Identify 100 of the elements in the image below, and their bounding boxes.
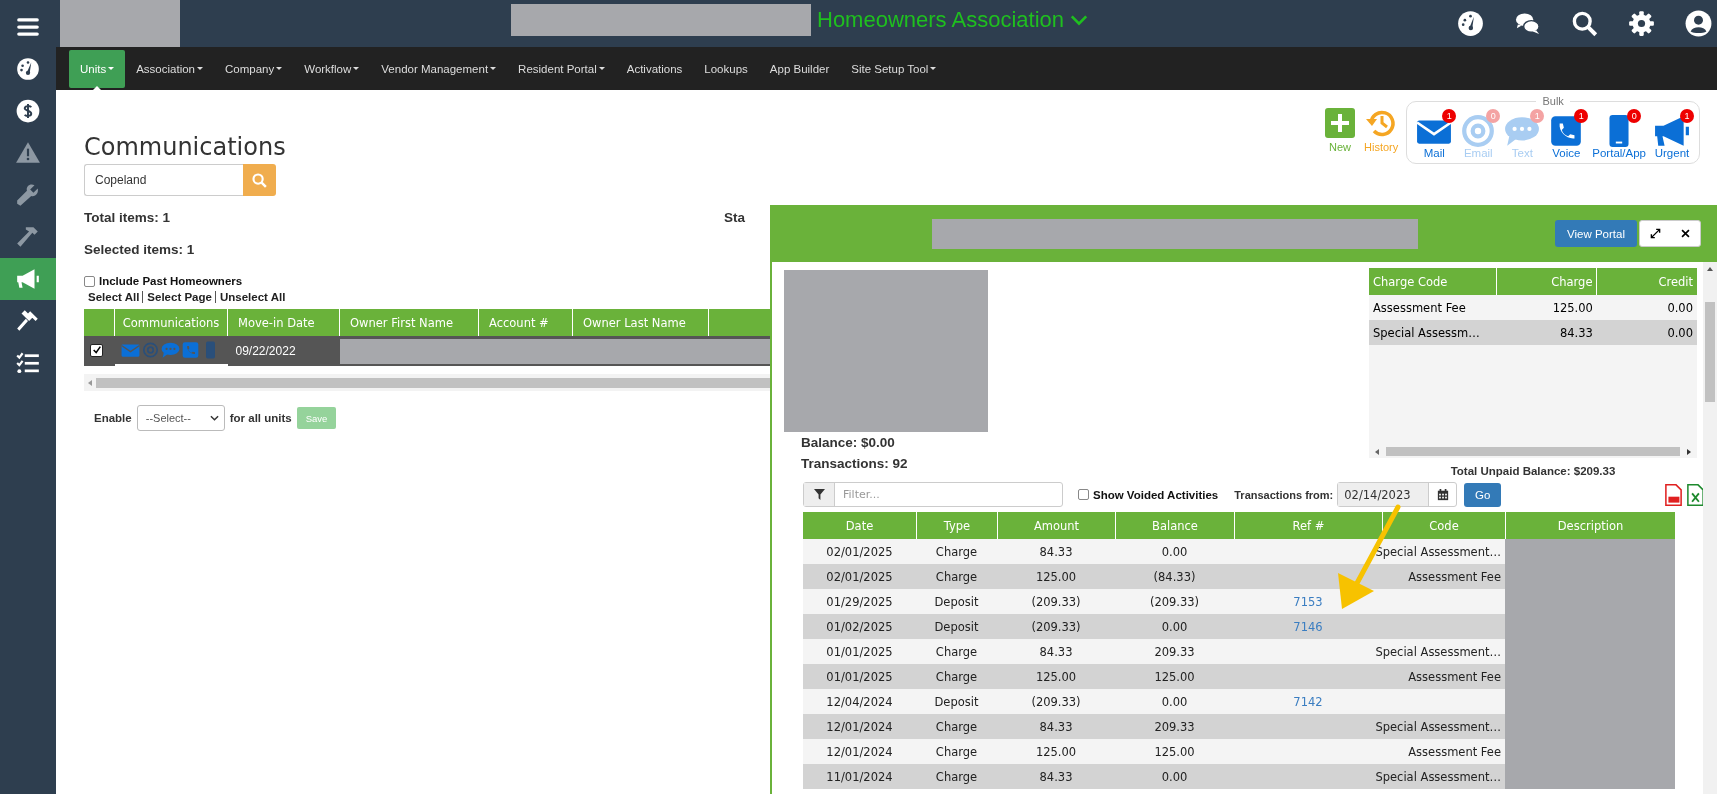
association-title[interactable]: Homeowners Association: [817, 7, 1064, 33]
calendar-icon[interactable]: [1436, 488, 1449, 501]
go-button[interactable]: Go: [1464, 482, 1502, 507]
table-cell-text: 02/01/2025: [825, 543, 894, 561]
expand-icon[interactable]: [1649, 228, 1661, 239]
select-dropdown[interactable]: --Select--: [136, 405, 225, 431]
bulk-button[interactable]: 1 Urgent: [1651, 109, 1693, 159]
history-button[interactable]: History: [1362, 105, 1401, 155]
table-cell-text: 01/29/2025: [825, 593, 894, 611]
scroll-right-icon[interactable]: [1686, 448, 1692, 455]
plus-icon: [1324, 107, 1357, 139]
select-link[interactable]: Select All: [88, 291, 140, 303]
transactions-count: Transactions: 92: [801, 455, 909, 473]
bulk-button[interactable]: 0 Portal/App: [1589, 109, 1649, 159]
table-cell-text: (209.33): [1148, 593, 1201, 611]
new-button[interactable]: New: [1322, 105, 1359, 155]
column-header[interactable]: Charge: [1495, 268, 1597, 295]
checkbox[interactable]: [1078, 489, 1089, 500]
table-cell-text: 02/01/2025: [825, 568, 894, 586]
bulk-button[interactable]: 1 Text: [1501, 109, 1544, 159]
spreadsheet-file-icon[interactable]: [1687, 483, 1704, 506]
reference-link[interactable]: 7142: [1293, 694, 1323, 709]
gauge-icon: [15, 56, 41, 82]
checkbox-label: Include Past Homeowners: [99, 275, 243, 287]
total-unpaid-label: Total Unpaid Balance: $209.33: [1449, 465, 1617, 477]
column-header[interactable]: Date: [803, 512, 916, 539]
table-cell-text: 125.00: [1153, 668, 1196, 686]
nav-tab[interactable]: Activations: [615, 49, 694, 88]
nav-tab[interactable]: Association: [125, 49, 214, 88]
bulk-button[interactable]: 0 Email: [1457, 109, 1500, 159]
filter-field[interactable]: Filter...: [803, 482, 1063, 507]
nav-tab[interactable]: App Builder: [758, 49, 841, 88]
nav-tab[interactable]: Lookups: [693, 49, 759, 88]
chat-icon[interactable]: [1514, 10, 1541, 37]
column-header[interactable]: Credit: [1596, 268, 1697, 295]
table-cell-text: Charge: [934, 668, 979, 686]
table-cell-text: 12/01/2024: [825, 743, 894, 761]
funnel-icon: [813, 489, 825, 500]
table-cell-text: 209.33: [1153, 718, 1196, 736]
select-link[interactable]: Unselect All: [214, 291, 286, 303]
nav-tab[interactable]: Workflow: [293, 49, 371, 88]
column-header[interactable]: Account #: [478, 309, 573, 336]
bulk-button[interactable]: 1 Voice: [1545, 109, 1588, 159]
transactions-from-label: Transactions from:: [1234, 488, 1334, 501]
column-header: [84, 309, 115, 336]
table-cell: 09/22/2022: [227, 336, 340, 366]
vertical-scrollbar[interactable]: [1703, 262, 1717, 794]
column-header[interactable]: Owner First Name: [339, 309, 479, 336]
table-cell: Assessment Fee: [1408, 744, 1501, 759]
date-field[interactable]: 02/14/2023: [1337, 482, 1458, 507]
table-cell-text: Charge: [934, 743, 979, 761]
scroll-thumb[interactable]: [96, 377, 770, 388]
table-cell-text: (209.33): [1030, 593, 1082, 611]
table-cell-text: 0.00: [1160, 543, 1189, 561]
view-portal-button[interactable]: View Portal: [1555, 220, 1637, 247]
bulk-button[interactable]: 1 Mail: [1413, 109, 1456, 159]
search-icon: [251, 171, 268, 189]
selected-items-label: Selected items: 1: [84, 242, 196, 257]
column-header[interactable]: Charge Code: [1369, 268, 1496, 295]
column-header[interactable]: Owner Last Name: [572, 309, 709, 336]
user-avatar-icon[interactable]: [1685, 10, 1712, 37]
table-cell-text: 209.33: [1153, 643, 1196, 661]
nav-tab[interactable]: Vendor Management: [370, 49, 508, 88]
table-cell-text: 125.00: [1551, 299, 1594, 317]
table-cell-text: 12/01/2024: [825, 718, 894, 736]
table-cell: Special Assessment…: [1375, 719, 1501, 734]
scroll-thumb[interactable]: [1386, 447, 1680, 456]
settings-icon[interactable]: [1628, 10, 1655, 37]
column-header[interactable]: Communications: [114, 309, 228, 336]
chevron-down-icon[interactable]: [1070, 14, 1088, 26]
scroll-thumb[interactable]: [1705, 302, 1715, 402]
scroll-left-icon[interactable]: [1374, 448, 1380, 455]
nav-tab[interactable]: Company: [214, 49, 294, 88]
gauge-icon[interactable]: [1457, 10, 1484, 37]
select-link[interactable]: Select Page: [142, 291, 212, 303]
checklist-icon: [15, 350, 41, 376]
reference-link[interactable]: 7153: [1293, 594, 1323, 609]
scroll-up-icon[interactable]: [1707, 266, 1713, 272]
nav-tab[interactable]: Site Setup Tool: [840, 49, 948, 88]
scroll-left-icon[interactable]: [87, 379, 93, 386]
table-cell-text: 0.00: [1160, 618, 1189, 636]
table-cell-text: Deposit: [933, 618, 980, 636]
megaphone-icon: [1654, 115, 1690, 147]
search-field[interactable]: Copeland: [84, 164, 243, 196]
table-cell-text: 125.00: [1034, 668, 1078, 686]
close-icon[interactable]: [1679, 228, 1691, 239]
nav-tab[interactable]: Resident Portal: [507, 49, 616, 88]
table-cell-text: Charge: [934, 643, 979, 661]
table-cell-text: 01/01/2025: [825, 643, 894, 661]
table-cell-text: 125.00: [1034, 743, 1078, 761]
row-checkbox[interactable]: [90, 343, 103, 357]
megaphone-icon: [15, 266, 41, 292]
dollar-icon: [15, 98, 41, 124]
search-icon[interactable]: [1571, 10, 1598, 37]
column-header[interactable]: Move-in Date: [227, 309, 340, 336]
pdf-file-icon[interactable]: [1665, 483, 1682, 506]
table-cell-text: 125.00: [1034, 568, 1078, 586]
reference-link[interactable]: 7146: [1293, 619, 1323, 634]
horizontal-scrollbar[interactable]: [84, 374, 770, 391]
checkbox[interactable]: [84, 275, 95, 287]
